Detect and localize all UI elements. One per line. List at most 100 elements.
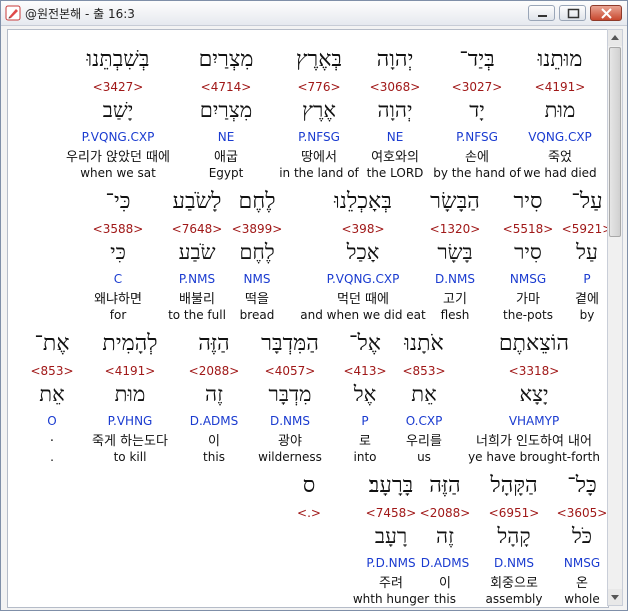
- word-strong[interactable]: <3605>: [557, 506, 608, 520]
- word-english: whth hunger: [352, 592, 430, 606]
- scroll-down-button[interactable]: [608, 589, 622, 605]
- word-hebrew: הַזֶּה: [198, 331, 230, 356]
- word-morph: P: [361, 414, 369, 428]
- word-strong[interactable]: <1320>: [430, 222, 481, 236]
- word-english: Egypt: [208, 166, 244, 180]
- word-strong[interactable]: <853>: [30, 364, 73, 378]
- word-english: we had died: [523, 166, 597, 180]
- word-lemma: בָּשָׂר: [437, 240, 473, 264]
- word-morph: O: [47, 414, 57, 428]
- word-korean: 여호와의: [371, 150, 419, 165]
- word-morph: P.VQNG.CXP: [81, 130, 155, 144]
- word-strong[interactable]: <4191>: [535, 80, 586, 94]
- close-button[interactable]: [590, 5, 622, 21]
- word-strong[interactable]: <3899>: [232, 222, 283, 236]
- title-bar[interactable]: @원전본해 - 출 16:3: [1, 1, 627, 26]
- word-english: when we sat: [80, 166, 156, 180]
- word-english: by: [579, 308, 595, 322]
- word-morph: NE: [217, 130, 235, 144]
- word-strong[interactable]: <7648>: [172, 222, 223, 236]
- word-english: us: [417, 450, 431, 464]
- word-morph: NMS: [243, 272, 271, 286]
- word-hebrew: הַזֶּה: [429, 473, 461, 498]
- word-strong[interactable]: <3027>: [452, 80, 503, 94]
- word-english: into: [353, 450, 377, 464]
- scroll-thumb[interactable]: [609, 47, 621, 237]
- word-strong[interactable]: <5518>: [503, 222, 554, 236]
- word-hebrew: יְהוָה: [376, 47, 414, 72]
- word-strong[interactable]: <398>: [341, 222, 384, 236]
- word-english: ye have brought-forth: [468, 450, 600, 464]
- word-korean: 가마: [516, 292, 540, 307]
- word-hebrew: ס: [302, 473, 316, 498]
- word-morph: O.CXP: [405, 414, 443, 428]
- word-strong[interactable]: <7458>: [366, 506, 417, 520]
- word-english: whole: [564, 592, 600, 606]
- word-lemma: יְהוָה: [377, 98, 413, 122]
- word-korean: 너희가 인도하여 내어: [476, 434, 592, 449]
- word-korean: 배불리: [179, 292, 215, 307]
- word-hebrew: בְּאָכְלֵנוּ: [334, 189, 392, 214]
- word-hebrew: מוּתֵנוּ: [537, 47, 583, 72]
- word-strong[interactable]: <4057>: [265, 364, 316, 378]
- word-lemma: כֹּל: [571, 524, 593, 548]
- word-lemma: לֶחֶם: [239, 240, 275, 264]
- word-english: in the land of: [279, 166, 359, 180]
- word-morph: D.ADMS: [420, 556, 470, 570]
- word-korean: 애굽: [214, 150, 238, 165]
- word-hebrew: בְּיַד־: [459, 47, 495, 72]
- word-morph: NMSG: [509, 272, 547, 286]
- word-morph: P.NFSG: [298, 130, 340, 144]
- word-morph: VHAMYP: [508, 414, 560, 428]
- word-morph: C: [113, 272, 123, 286]
- word-strong[interactable]: <413>: [343, 364, 386, 378]
- scroll-up-button[interactable]: [608, 30, 622, 46]
- word-hebrew: הוֹצֵאתֶם: [498, 331, 570, 356]
- minimize-button[interactable]: [528, 5, 555, 21]
- word-english: this: [434, 592, 456, 606]
- word-morph: D.NMS: [269, 414, 311, 428]
- word-strong[interactable]: <5921>: [562, 222, 608, 236]
- word-hebrew: לֶחֶם: [238, 189, 276, 214]
- word-morph: P.NFSG: [456, 130, 498, 144]
- word-lemma: זֶה: [436, 524, 454, 548]
- word-lemma: עַל: [576, 240, 598, 264]
- maximize-button[interactable]: [559, 5, 586, 21]
- word-lemma: יָצָא: [519, 382, 549, 406]
- word-strong[interactable]: <.>: [297, 506, 321, 520]
- close-icon: [601, 8, 612, 19]
- app-window: @원전본해 - 출 16:3 בְּשִׁבְתֵּנוּ <3427> יָשַׁ…: [0, 0, 628, 611]
- word-strong[interactable]: <776>: [297, 80, 340, 94]
- interlinear-panel: בְּשִׁבְתֵּנוּ <3427> יָשַׁב P.VQNG.CXP 우리가 …: [7, 29, 609, 608]
- word-lemma: שֹׂבַע: [178, 240, 216, 264]
- word-strong[interactable]: <853>: [402, 364, 445, 378]
- word-strong[interactable]: <2088>: [420, 506, 471, 520]
- word-korean: 회중으로: [490, 576, 538, 591]
- word-strong[interactable]: <4714>: [201, 80, 252, 94]
- word-hebrew: בְּאֶרֶץ: [295, 47, 343, 72]
- word-strong[interactable]: <3068>: [370, 80, 421, 94]
- word-hebrew: כָּל־: [567, 473, 597, 498]
- word-korean: 우리를: [406, 434, 442, 449]
- word-strong[interactable]: <2088>: [189, 364, 240, 378]
- word-strong[interactable]: <3318>: [509, 364, 560, 378]
- word-lemma: רָעָב: [374, 524, 408, 548]
- vertical-scrollbar[interactable]: [607, 29, 623, 606]
- word-strong[interactable]: <3427>: [93, 80, 144, 94]
- word-english: assembly: [485, 592, 543, 606]
- word-lemma: מוּת: [544, 98, 576, 122]
- word-korean: 곁에: [575, 292, 599, 307]
- word-hebrew: לָשֹׂבַע: [172, 189, 222, 214]
- word-english: wilderness: [258, 450, 322, 464]
- word-strong[interactable]: <3588>: [93, 222, 144, 236]
- word-strong[interactable]: <4191>: [105, 364, 156, 378]
- pencil-app-icon[interactable]: [5, 5, 21, 21]
- word-korean: 우리가 앉았던 때에: [66, 150, 170, 165]
- word-strong[interactable]: <6951>: [489, 506, 540, 520]
- word-lemma: יָד: [469, 98, 485, 122]
- maximize-icon: [567, 8, 580, 19]
- word-english: bread: [239, 308, 275, 322]
- word-morph: D.NMS: [493, 556, 535, 570]
- word-morph: D.ADMS: [189, 414, 239, 428]
- window-title: @원전본해 - 출 16:3: [25, 7, 135, 21]
